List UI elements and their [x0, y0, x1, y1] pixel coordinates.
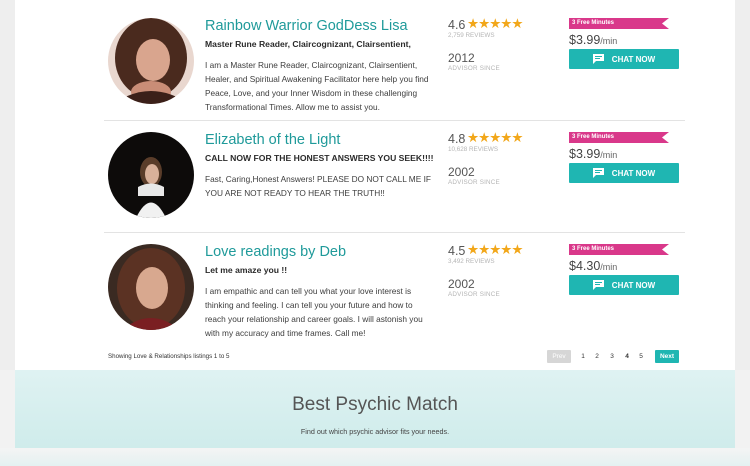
advisor-year: 2002: [448, 277, 475, 291]
star-rating-icon: ★★★★★: [467, 130, 524, 145]
chat-now-button[interactable]: CHAT NOW: [569, 49, 679, 69]
listing-divider: [104, 232, 685, 233]
review-count[interactable]: 2,759 REVIEWS: [448, 32, 495, 39]
review-count[interactable]: 3,492 REVIEWS: [448, 258, 495, 265]
advisor-year: 2002: [448, 165, 475, 179]
advisor-name[interactable]: Elizabeth of the Light: [205, 132, 340, 148]
pagination-prev-button[interactable]: Prev: [547, 350, 571, 363]
star-rating-icon: ★★★★★: [467, 16, 524, 31]
chat-now-label: CHAT NOW: [611, 168, 656, 178]
price: $3.99/min: [569, 31, 617, 49]
advisor-photo[interactable]: [108, 132, 194, 218]
star-rating-icon: ★★★★★: [467, 242, 524, 257]
chat-now-label: CHAT NOW: [611, 280, 656, 290]
price-amount: $3.99: [569, 147, 601, 161]
advisor-description: Fast, Caring,Honest Answers! PLEASE DO N…: [205, 174, 431, 198]
chat-bubble-icon: [592, 54, 604, 64]
chat-now-label: CHAT NOW: [611, 54, 656, 64]
match-title: Best Psychic Match: [292, 394, 458, 415]
pagination-page[interactable]: 1: [578, 350, 588, 363]
pagination-page[interactable]: 2: [592, 350, 602, 363]
price-unit: /min: [600, 150, 618, 160]
chat-bubble-icon: [592, 168, 604, 178]
best-psychic-match-section: Best Psychic Match Find out which psychi…: [15, 370, 735, 448]
rating-value: 4.5: [448, 244, 466, 258]
pagination-page-current[interactable]: 4: [622, 350, 632, 363]
pagination-page[interactable]: 3: [607, 350, 617, 363]
price-unit: /min: [600, 36, 618, 46]
price-amount: $4.30: [569, 259, 601, 273]
pagination-next-button[interactable]: Next: [655, 350, 679, 363]
match-subtitle: Find out which psychic advisor fits your…: [300, 427, 450, 436]
free-minutes-badge: 3 Free Minutes: [569, 244, 669, 255]
advisor-since-label: ADVISOR SINCE: [448, 291, 500, 298]
price: $4.30/min: [569, 257, 617, 275]
advisor-tagline: CALL NOW FOR THE HONEST ANSWERS YOU SEEK…: [205, 153, 434, 163]
advisor-since-label: ADVISOR SINCE: [448, 65, 500, 72]
listing-divider: [104, 120, 685, 121]
price-unit: /min: [600, 262, 618, 272]
chat-now-button[interactable]: CHAT NOW: [569, 163, 679, 183]
advisor-since-label: ADVISOR SINCE: [448, 179, 500, 186]
advisor-description: I am empathic and can tell you what your…: [205, 286, 423, 338]
pagination-page[interactable]: 5: [636, 350, 646, 363]
advisor-description: I am a Master Rune Reader, Claircognizan…: [205, 60, 429, 112]
price-amount: $3.99: [569, 33, 601, 47]
price: $3.99/min: [569, 145, 617, 163]
chat-bubble-icon: [592, 280, 604, 290]
advisor-listing: Elizabeth of the Light CALL NOW FOR THE …: [88, 130, 685, 244]
advisor-name[interactable]: Rainbow Warrior GodDess Lisa: [205, 18, 408, 34]
advisor-tagline: Master Rune Reader, Claircognizant, Clai…: [205, 39, 411, 49]
advisor-tagline: Let me amaze you !!: [205, 265, 288, 275]
chat-now-button[interactable]: CHAT NOW: [569, 275, 679, 295]
advisor-listing: Rainbow Warrior GodDess Lisa Master Rune…: [88, 16, 685, 130]
free-minutes-badge: 3 Free Minutes: [569, 18, 669, 29]
rating-value: 4.8: [448, 132, 466, 146]
advisor-photo[interactable]: [108, 18, 194, 104]
rating-value: 4.6: [448, 18, 466, 32]
advisor-photo[interactable]: [108, 244, 194, 330]
advisor-listing: Love readings by Deb Let me amaze you !!…: [88, 242, 685, 356]
advisor-year: 2012: [448, 51, 475, 65]
free-minutes-badge: 3 Free Minutes: [569, 132, 669, 143]
listings-count-text: Showing Love & Relationships listings 1 …: [108, 353, 230, 360]
advisor-name[interactable]: Love readings by Deb: [205, 244, 346, 260]
bottom-strip: [0, 448, 750, 466]
review-count[interactable]: 10,628 REVIEWS: [448, 146, 498, 153]
